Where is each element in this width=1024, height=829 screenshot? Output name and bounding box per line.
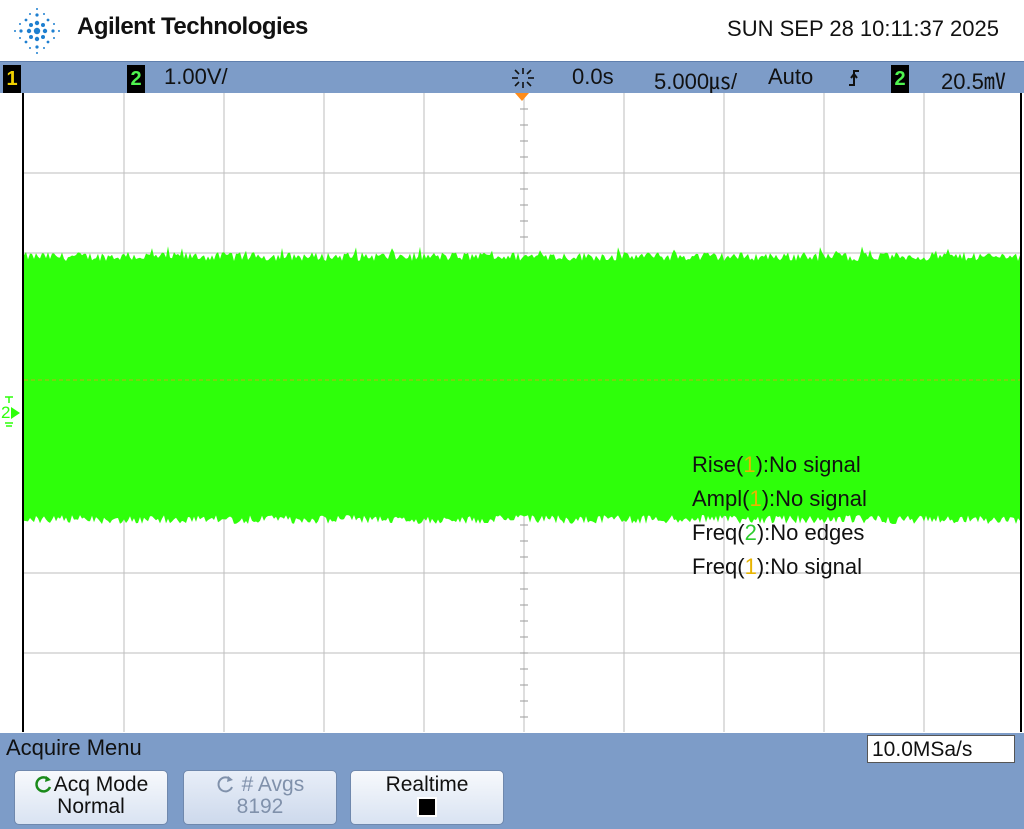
measurement-amplitude: Ampl(1):No signal: [692, 486, 867, 511]
softkey-menu: Acquire Menu 10.0MSa/s Acq Mode Normal #…: [0, 733, 1024, 829]
channel-1-indicator[interactable]: 1: [3, 65, 21, 93]
realtime-softkey[interactable]: Realtime: [350, 770, 504, 825]
acq-mode-label: Acq Mode: [53, 773, 149, 796]
waveform-display: 2 Rise(1):No signal Ampl(1):No signal Fr…: [0, 93, 1024, 733]
cycle-arrow-icon: [35, 776, 51, 793]
acq-mode-value: Normal: [57, 795, 125, 818]
trigger-position-marker-icon: [515, 93, 529, 101]
brand-name: Agilent Technologies: [77, 13, 308, 40]
channel-marker-label: 2: [1, 403, 10, 422]
sample-rate: 10.0MSa/s: [867, 735, 1015, 763]
trigger-level: 20.5㎷: [941, 69, 1006, 94]
avgs-label: # Avgs: [241, 773, 305, 796]
acquisition-running-icon: [512, 68, 534, 88]
graticule: [22, 93, 1022, 732]
rising-edge-trigger-icon: [849, 70, 859, 86]
measurement-frequency-ch2: Freq(2):No edges: [692, 520, 865, 545]
trigger-source-indicator[interactable]: 2: [891, 65, 909, 93]
time-scale: 5.000㎲/: [654, 69, 738, 94]
time-offset: 0.0s: [572, 64, 614, 89]
graticule-lines: [24, 93, 1020, 732]
channel-2-trace: [24, 246, 1020, 524]
status-bar: 1 2 1.00V/ 0.0s 5.000㎲/ Auto 2 20.5㎷: [0, 61, 1024, 95]
cycle-arrow-icon: [217, 776, 233, 793]
title-bar: Agilent Technologies SUN SEP 28 10:11:37…: [0, 0, 1024, 61]
acq-mode-softkey[interactable]: Acq Mode Normal: [14, 770, 168, 825]
avgs-value: 8192: [236, 795, 284, 818]
avgs-softkey[interactable]: # Avgs 8192: [183, 770, 337, 825]
agilent-spark-logo-icon: [14, 8, 60, 54]
channel-2-scale: 1.00V/: [164, 64, 228, 89]
realtime-label: Realtime: [385, 773, 469, 796]
measurement-frequency-ch1: Freq(1):No signal: [692, 554, 862, 579]
menu-title: Acquire Menu: [6, 735, 142, 760]
channel-2-ground-marker-icon[interactable]: 2: [0, 394, 22, 430]
trigger-mode: Auto: [768, 64, 814, 89]
channel-2-indicator[interactable]: 2: [127, 65, 145, 93]
measurement-rise: Rise(1):No signal: [692, 452, 861, 477]
date-time: SUN SEP 28 10:11:37 2025: [727, 16, 999, 41]
realtime-checkbox[interactable]: [417, 797, 437, 818]
